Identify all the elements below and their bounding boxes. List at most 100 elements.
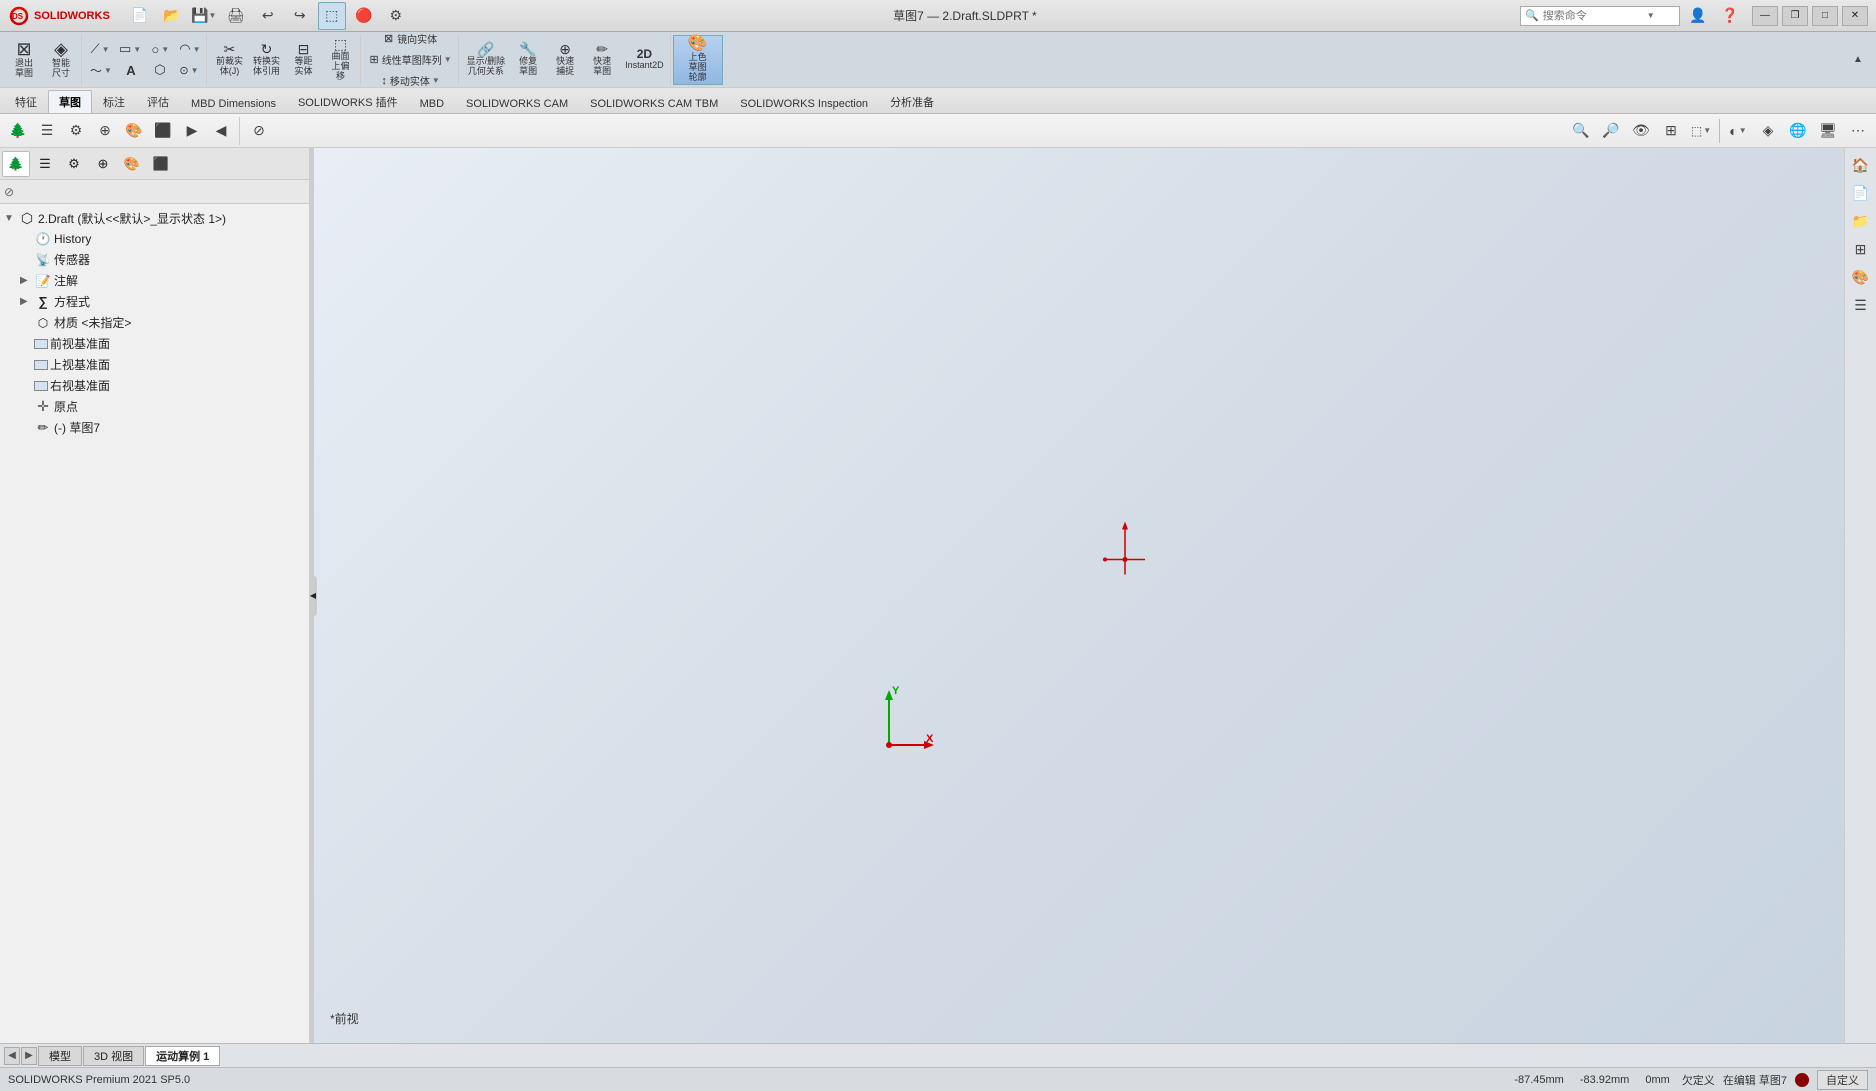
tab-mbd-dimensions[interactable]: MBD Dimensions [180, 94, 287, 113]
offset-btn[interactable]: ⊟ 等距实体 [285, 37, 321, 83]
account-btn[interactable]: 👤 [1684, 2, 1712, 30]
tab-sw-inspection[interactable]: SOLIDWORKS Inspection [729, 94, 879, 113]
restore-btn[interactable]: ❐ [1782, 6, 1808, 26]
equation-expand[interactable]: ▶ [20, 296, 32, 307]
tab-mbd[interactable]: MBD [409, 94, 455, 113]
tree-origin[interactable]: ✛ 原点 [0, 396, 309, 417]
search-dropdown[interactable]: ▼ [1647, 11, 1655, 20]
rect-btn[interactable]: ▭ ▼ [115, 39, 145, 59]
rs-table1-btn[interactable]: ⊞ [1848, 236, 1874, 262]
spline-btn[interactable]: 〜 ▼ [86, 60, 116, 80]
rect-dropdown[interactable]: ▼ [133, 45, 141, 54]
tree-annotation[interactable]: ▶ 📝 注解 [0, 270, 309, 291]
btab-model[interactable]: 模型 [38, 1046, 82, 1066]
cam-mgr-btn[interactable]: ⬛ [149, 117, 177, 145]
tab-features[interactable]: 特征 [4, 90, 48, 113]
section-view-btn[interactable]: ⊞ [1657, 117, 1685, 145]
rebuild-btn[interactable]: 🔴 [350, 2, 378, 30]
arc-btn[interactable]: ◠ ▼ [175, 39, 204, 59]
ftab-property[interactable]: ☰ [31, 151, 59, 177]
smart-dim-btn[interactable]: ◈ 智能尺寸 [43, 37, 79, 83]
rs-home-btn[interactable]: 🏠 [1848, 152, 1874, 178]
slot-btn[interactable]: ⊙ ▼ [175, 60, 203, 80]
viewport[interactable]: Y X *前视 [314, 148, 1844, 1043]
feature-mgr-btn[interactable]: 🌲 [4, 117, 32, 145]
spline-dropdown[interactable]: ▼ [104, 66, 112, 75]
display-mgr2-btn[interactable]: 🖥 [1814, 117, 1842, 145]
quick-sketch-btn[interactable]: ✏ 快速草图 [584, 37, 620, 83]
tree-sensors[interactable]: 📡 传感器 [0, 249, 309, 270]
rs-sheet-btn[interactable]: 📄 [1848, 180, 1874, 206]
arc-dropdown[interactable]: ▼ [193, 45, 201, 54]
close-btn[interactable]: ✕ [1842, 6, 1868, 26]
move-dropdown[interactable]: ▼ [432, 76, 440, 85]
customize-btn[interactable]: 自定义 [1817, 1070, 1868, 1090]
open-btn[interactable]: 📂 [158, 2, 186, 30]
tree-equation[interactable]: ▶ ∑ 方程式 [0, 291, 309, 312]
slot-dropdown[interactable]: ▼ [191, 66, 199, 75]
quick-capture-btn[interactable]: ⊕ 快速捕捉 [547, 37, 583, 83]
btab-3dview[interactable]: 3D 视图 [83, 1046, 144, 1066]
property-mgr-btn[interactable]: ☰ [33, 117, 61, 145]
prev-view-btn[interactable]: 👁 [1627, 117, 1655, 145]
rs-folder-btn[interactable]: 📁 [1848, 208, 1874, 234]
annotation-expand[interactable]: ▶ [20, 275, 32, 286]
ribbon-collapse-btn[interactable]: ▲ [1844, 46, 1872, 74]
hide-show-btn[interactable]: ◐ ▼ [1724, 117, 1752, 145]
move-entity-btn[interactable]: ↕ 移动实体 ▼ [365, 71, 455, 91]
exit-sketch-btn[interactable]: ⊠ 退出草图 [6, 37, 42, 83]
tab-annotation[interactable]: 标注 [92, 90, 136, 113]
ftab-dim[interactable]: ⊕ [89, 151, 117, 177]
redo-btn[interactable]: ↪ [286, 2, 314, 30]
view-more-btn[interactable]: ⋯ [1844, 117, 1872, 145]
zoom-fit-btn[interactable]: 🔎 [1597, 117, 1625, 145]
tab-sketch[interactable]: 草图 [48, 90, 92, 113]
repair-sketch-btn[interactable]: 🔧 修复草图 [510, 37, 546, 83]
help-btn[interactable]: ❓ [1716, 2, 1744, 30]
tab-sw-plugins[interactable]: SOLIDWORKS 插件 [287, 90, 409, 113]
options-btn[interactable]: ⚙ [382, 2, 410, 30]
search-bar[interactable]: 🔍 ▼ [1520, 6, 1680, 26]
line-btn[interactable]: ⟋ ▼ [86, 39, 114, 59]
btab-motion[interactable]: 运动算例 1 [145, 1046, 220, 1066]
tree-top-plane[interactable]: 上视基准面 [0, 354, 309, 375]
convert-ref-btn[interactable]: ↻ 转换实体引用 [248, 37, 284, 83]
display-style-btn[interactable]: ◈ [1754, 117, 1782, 145]
instant2d-btn[interactable]: 2D Instant2D [621, 37, 668, 83]
save-btn[interactable]: 💾▼ [190, 2, 218, 30]
mirror-btn[interactable]: ⊠ 镜向实体 [365, 29, 455, 49]
tab-sw-cam-tbm[interactable]: SOLIDWORKS CAM TBM [579, 94, 729, 113]
tab-evaluate[interactable]: 评估 [136, 90, 180, 113]
tree-material[interactable]: ⬡ 材质 <未指定> [0, 312, 309, 333]
config-mgr-btn[interactable]: ⚙ [62, 117, 90, 145]
collapse-btn[interactable]: ◀ [207, 117, 235, 145]
new-btn[interactable]: 📄 [126, 2, 154, 30]
rs-table2-btn[interactable]: ☰ [1848, 292, 1874, 318]
ftab-cam[interactable]: ⬛ [147, 151, 175, 177]
cut-extrude-btn[interactable]: ✂ 前裁实体(J) [211, 37, 247, 83]
search-input[interactable] [1543, 10, 1643, 22]
minimize-btn[interactable]: — [1752, 6, 1778, 26]
tree-history[interactable]: 🕐 History [0, 229, 309, 249]
camera-view-btn[interactable]: ⬚ ▼ [1687, 117, 1715, 145]
undo-btn[interactable]: ↩ [254, 2, 282, 30]
panel-collapse-handle[interactable]: ◀ [309, 576, 317, 616]
ftab-tree[interactable]: 🌲 [2, 151, 30, 177]
tree-root[interactable]: ▼ ⬡ 2.Draft (默认<<默认>_显示状态 1>) [0, 208, 309, 229]
view-cam-dropdown[interactable]: ▼ [1703, 126, 1711, 135]
print-btn[interactable]: 🖨 [222, 2, 250, 30]
sketch-color-btn[interactable]: 🎨 上色草图轮廓 [676, 37, 720, 83]
circle-dropdown[interactable]: ▼ [161, 45, 169, 54]
text-btn[interactable]: A [117, 60, 145, 80]
select-btn[interactable]: ⬚ [318, 2, 346, 30]
tab-sw-cam[interactable]: SOLIDWORKS CAM [455, 94, 579, 113]
sketch-array-btn[interactable]: ⊞ 线性草图阵列 ▼ [365, 50, 455, 70]
tab-analysis[interactable]: 分析准备 [879, 90, 945, 113]
dim-expert-btn[interactable]: ⊕ [91, 117, 119, 145]
rs-palette-btn[interactable]: 🎨 [1848, 264, 1874, 290]
array-dropdown[interactable]: ▼ [444, 55, 452, 64]
tab-nav-next[interactable]: ▶ [21, 1047, 37, 1065]
tree-right-plane[interactable]: 右视基准面 [0, 375, 309, 396]
circle-btn[interactable]: ○ ▼ [146, 39, 174, 59]
hide-dropdown[interactable]: ▼ [1739, 126, 1747, 135]
